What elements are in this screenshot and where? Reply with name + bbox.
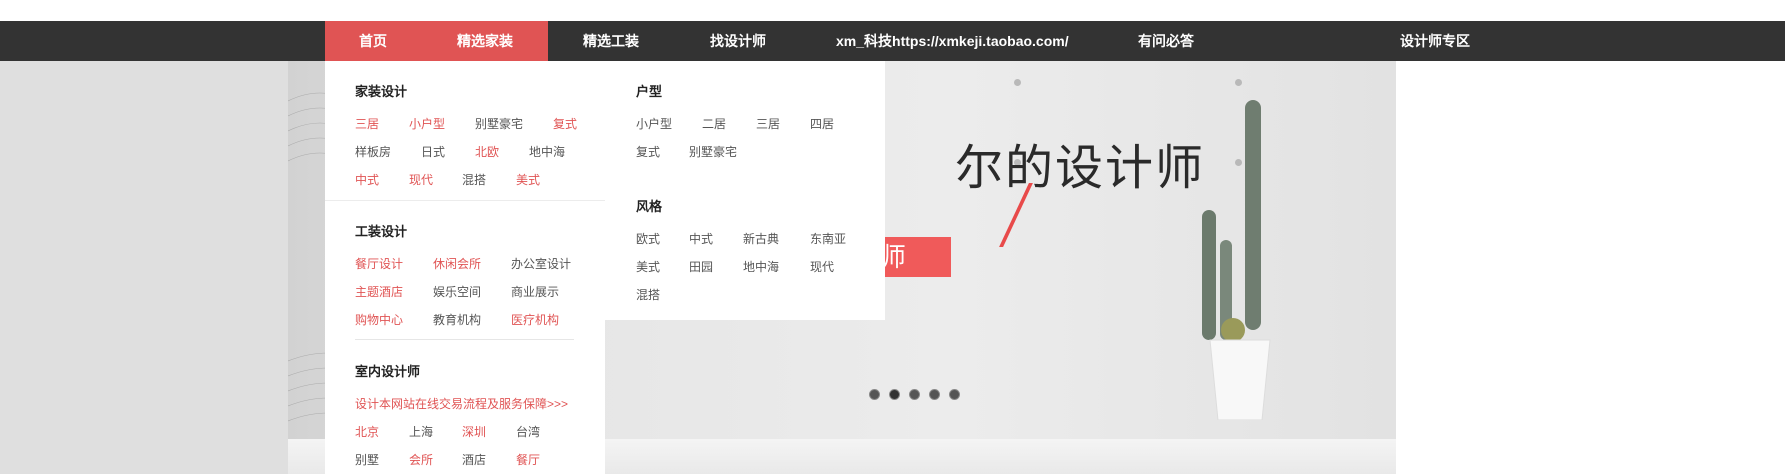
section-divider xyxy=(355,339,574,340)
link-club[interactable]: 会所 xyxy=(409,451,433,468)
section-title-commercial: 工装设计 xyxy=(355,224,408,239)
nav-home[interactable]: 首页 xyxy=(359,21,387,61)
link-duplex-layout[interactable]: 复式 xyxy=(636,143,660,160)
link-duplex[interactable]: 复式 xyxy=(553,115,577,132)
link-shenzhen[interactable]: 深圳 xyxy=(462,423,486,440)
slider-dot[interactable] xyxy=(929,389,940,400)
link-american-style[interactable]: 美式 xyxy=(636,258,660,275)
link-mixed[interactable]: 混搭 xyxy=(462,171,486,188)
link-european[interactable]: 欧式 xyxy=(636,230,660,247)
link-entertainment[interactable]: 娱乐空间 xyxy=(433,283,481,300)
slider-dot[interactable] xyxy=(949,389,960,400)
link-villa-layout[interactable]: 别墅豪宅 xyxy=(689,143,737,160)
link-three-bedroom-layout[interactable]: 三居 xyxy=(756,115,780,132)
link-pastoral[interactable]: 田园 xyxy=(689,258,713,275)
banner-right-blank xyxy=(1396,61,1785,474)
link-beijing[interactable]: 北京 xyxy=(355,423,379,440)
link-modern-style[interactable]: 现代 xyxy=(810,258,834,275)
link-medical[interactable]: 医疗机构 xyxy=(511,311,559,328)
link-villa-city[interactable]: 别墅 xyxy=(355,451,379,468)
link-mixed-style[interactable]: 混搭 xyxy=(636,286,660,303)
slider-dot[interactable] xyxy=(909,389,920,400)
link-restaurant[interactable]: 餐厅 xyxy=(516,451,540,468)
link-southeast-asian[interactable]: 东南亚 xyxy=(810,230,846,247)
link-shopping-center[interactable]: 购物中心 xyxy=(355,311,403,328)
wall-screw xyxy=(1014,79,1021,86)
link-office-design[interactable]: 办公室设计 xyxy=(511,255,571,272)
link-modern[interactable]: 现代 xyxy=(409,171,433,188)
link-nordic[interactable]: 北欧 xyxy=(475,143,499,160)
wall-screw xyxy=(1235,79,1242,86)
nav-designer-zone[interactable]: 设计师专区 xyxy=(1400,21,1470,61)
link-commercial-display[interactable]: 商业展示 xyxy=(511,283,559,300)
nav-home-decor[interactable]: 精选家装 xyxy=(457,21,513,61)
page: 首页 精选家装 精选工装 找设计师 xm_科技https://xmkeji.ta… xyxy=(0,0,1785,474)
slider-dot-active[interactable] xyxy=(889,389,900,400)
slider-dot[interactable] xyxy=(869,389,880,400)
link-service-notice[interactable]: 设计本网站在线交易流程及服务保障>>> xyxy=(355,395,568,412)
link-theme-hotel[interactable]: 主题酒店 xyxy=(355,283,403,300)
nav-qa[interactable]: 有问必答 xyxy=(1138,21,1194,61)
link-chinese-style[interactable]: 中式 xyxy=(689,230,713,247)
link-education[interactable]: 教育机构 xyxy=(433,311,481,328)
link-three-bedroom[interactable]: 三居 xyxy=(355,115,379,132)
link-hotel[interactable]: 酒店 xyxy=(462,451,486,468)
link-chinese[interactable]: 中式 xyxy=(355,171,379,188)
link-mediterranean[interactable]: 地中海 xyxy=(529,143,565,160)
link-leisure-club[interactable]: 休闲会所 xyxy=(433,255,481,272)
section-divider xyxy=(325,200,605,201)
section-title-interior: 室内设计师 xyxy=(355,364,421,379)
link-two-bedroom[interactable]: 二居 xyxy=(702,115,726,132)
nav-commercial[interactable]: 精选工装 xyxy=(583,21,639,61)
link-neoclassical[interactable]: 新古典 xyxy=(743,230,779,247)
link-four-bedroom[interactable]: 四居 xyxy=(810,115,834,132)
link-small-unit-layout[interactable]: 小户型 xyxy=(636,115,672,132)
link-japanese[interactable]: 日式 xyxy=(421,143,445,160)
link-showroom[interactable]: 样板房 xyxy=(355,143,391,160)
banner-slogan: 尔的设计师 xyxy=(955,140,1206,196)
nav-shop-link[interactable]: xm_科技https://xmkeji.taobao.com/ xyxy=(836,21,1069,61)
link-restaurant-design[interactable]: 餐厅设计 xyxy=(355,255,403,272)
link-villa[interactable]: 别墅豪宅 xyxy=(475,115,523,132)
nav-find-designer[interactable]: 找设计师 xyxy=(710,21,766,61)
cactus-plant-graphic xyxy=(1202,100,1271,420)
link-shanghai[interactable]: 上海 xyxy=(409,423,433,440)
link-mediterranean-style[interactable]: 地中海 xyxy=(743,258,779,275)
section-title-style: 风格 xyxy=(636,199,663,214)
section-title-home-decor: 家装设计 xyxy=(355,84,408,99)
link-american[interactable]: 美式 xyxy=(516,171,540,188)
section-title-layout: 户型 xyxy=(636,84,663,99)
link-small-unit[interactable]: 小户型 xyxy=(409,115,445,132)
link-taiwan[interactable]: 台湾 xyxy=(516,423,540,440)
main-navbar: 首页 精选家装 精选工装 找设计师 xm_科技https://xmkeji.ta… xyxy=(0,21,1785,61)
